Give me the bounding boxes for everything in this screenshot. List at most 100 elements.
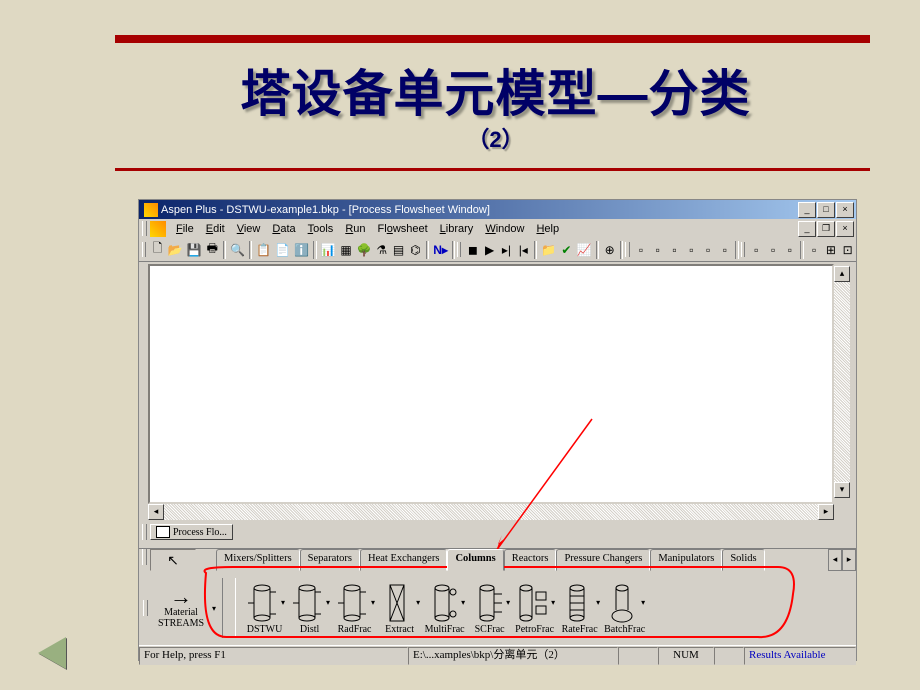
menu-run[interactable]: Run (339, 223, 371, 235)
preview-icon[interactable]: 🔍 (229, 240, 246, 260)
scroll-track[interactable] (834, 282, 850, 482)
window-titlebar[interactable]: Aspen Plus - DSTWU-example1.bkp - [Proce… (139, 200, 856, 219)
close-button[interactable]: × (836, 202, 854, 218)
palette-b-icon[interactable]: ▫ (766, 240, 781, 260)
grip-icon[interactable] (142, 524, 147, 540)
block-dstwu[interactable]: ▾ DSTWU (244, 582, 285, 635)
copy-icon[interactable]: 📋 (255, 240, 272, 260)
tab-solids[interactable]: Solids (722, 549, 764, 571)
folder-icon[interactable]: 📁 (540, 240, 557, 260)
dropdown-icon[interactable]: ▾ (461, 597, 465, 608)
tool-e-icon[interactable]: ▫ (701, 240, 716, 260)
tab-columns[interactable]: Columns (447, 549, 503, 571)
tree-icon[interactable]: 🌳 (355, 240, 372, 260)
step-icon[interactable]: ▸| (499, 240, 514, 260)
check-icon[interactable]: ✔ (559, 240, 574, 260)
maximize-button[interactable]: □ (817, 202, 835, 218)
draw-a-icon[interactable]: ▫ (807, 240, 822, 260)
mdi-close-button[interactable]: × (836, 221, 854, 237)
minimize-button[interactable]: _ (798, 202, 816, 218)
dropdown-icon[interactable]: ▾ (416, 597, 420, 608)
target-icon[interactable]: ⊕ (602, 240, 617, 260)
dropdown-icon[interactable]: ▾ (596, 597, 600, 608)
dropdown-icon[interactable]: ▾ (281, 597, 285, 608)
struct-icon[interactable]: ⌬ (408, 240, 423, 260)
grip-icon[interactable] (142, 549, 147, 565)
tool-d-icon[interactable]: ▫ (684, 240, 699, 260)
flowsheet-canvas[interactable] (148, 264, 834, 504)
block-distl[interactable]: ▾ Distl (289, 582, 330, 635)
paste-icon[interactable]: 📄 (274, 240, 291, 260)
grip-icon[interactable] (741, 242, 745, 257)
flask-icon[interactable]: ⚗ (374, 240, 389, 260)
dropdown-icon[interactable]: ▾ (641, 597, 645, 608)
tabs-scroll-left-icon[interactable]: ◂ (828, 549, 842, 571)
print-icon[interactable]: 🖶 (205, 240, 220, 260)
block-radfrac[interactable]: ▾ RadFrac (334, 582, 375, 635)
tool-f-icon[interactable]: ▫ (718, 240, 733, 260)
previous-slide-button[interactable] (28, 635, 76, 671)
draw-b-icon[interactable]: ⊞ (823, 240, 838, 260)
vertical-scrollbar[interactable]: ▴ ▾ (834, 266, 850, 498)
tab-pressure-changers[interactable]: Pressure Changers (556, 549, 650, 571)
grid-icon[interactable]: ▤ (391, 240, 406, 260)
block-extract[interactable]: ▾ Extract (379, 582, 420, 635)
next-icon[interactable]: N▸ (432, 240, 449, 260)
mdi-restore-button[interactable]: ❐ (817, 221, 835, 237)
scroll-right-icon[interactable]: ▸ (818, 504, 834, 520)
menu-help[interactable]: Help (530, 223, 565, 235)
streams-dropdown-icon[interactable]: ▾ (212, 604, 216, 613)
menu-library[interactable]: Library (434, 223, 480, 235)
help-icon[interactable]: ℹ️ (293, 240, 310, 260)
grip-icon[interactable] (143, 600, 148, 616)
scroll-up-icon[interactable]: ▴ (834, 266, 850, 282)
block-batchfrac[interactable]: ▾ BatchFrac (604, 582, 645, 635)
tab-manipulators[interactable]: Manipulators (650, 549, 722, 571)
draw-c-icon[interactable]: ⊡ (840, 240, 855, 260)
scroll-track[interactable] (164, 504, 818, 520)
tab-heat-exchangers[interactable]: Heat Exchangers (360, 549, 447, 571)
grip-icon[interactable] (625, 242, 629, 257)
dropdown-icon[interactable]: ▾ (551, 597, 555, 608)
tab-reactors[interactable]: Reactors (504, 549, 557, 571)
stop-icon[interactable]: ◼ (465, 240, 480, 260)
dropdown-icon[interactable]: ▾ (326, 597, 330, 608)
menu-flowsheet[interactable]: Flowsheet (372, 223, 434, 235)
chart-icon[interactable]: 📊 (320, 240, 337, 260)
process-flowsheet-tab[interactable]: Process Flo... (150, 524, 233, 540)
material-streams-tool[interactable]: → Material STREAMS (151, 587, 211, 629)
palette-a-icon[interactable]: ▫ (749, 240, 764, 260)
tab-separators[interactable]: Separators (300, 549, 360, 571)
tool-b-icon[interactable]: ▫ (650, 240, 665, 260)
separator-bar[interactable] (139, 542, 856, 549)
cursor-tool[interactable]: ↖ (150, 549, 196, 571)
rewind-icon[interactable]: |◂ (516, 240, 531, 260)
tool-c-icon[interactable]: ▫ (667, 240, 682, 260)
menu-file[interactable]: File (170, 223, 200, 235)
dropdown-icon[interactable]: ▾ (371, 597, 375, 608)
tabs-scroll-right-icon[interactable]: ▸ (842, 549, 856, 571)
results-icon[interactable]: 📈 (576, 240, 593, 260)
block-petrofrac[interactable]: ▾ PetroFrac (514, 582, 555, 635)
dropdown-icon[interactable]: ▾ (506, 597, 510, 608)
open-icon[interactable]: 📂 (167, 240, 184, 260)
menu-data[interactable]: Data (266, 223, 301, 235)
menu-tools[interactable]: Tools (302, 223, 340, 235)
new-icon[interactable]: 🗋 (150, 240, 165, 260)
block-ratefrac[interactable]: ▾ RateFrac (559, 582, 600, 635)
tool-a-icon[interactable]: ▫ (634, 240, 649, 260)
menu-view[interactable]: View (231, 223, 267, 235)
palette-c-icon[interactable]: ▫ (782, 240, 797, 260)
app-menu-icon[interactable] (150, 221, 166, 237)
menu-edit[interactable]: Edit (200, 223, 231, 235)
scroll-left-icon[interactable]: ◂ (148, 504, 164, 520)
horizontal-scrollbar[interactable]: ◂ ▸ (148, 504, 834, 520)
table-icon[interactable]: ▦ (339, 240, 354, 260)
menu-window[interactable]: Window (479, 223, 530, 235)
grip-icon[interactable] (142, 221, 147, 236)
grip-icon[interactable] (457, 242, 461, 257)
mdi-minimize-button[interactable]: _ (798, 221, 816, 237)
tab-mixers-splitters[interactable]: Mixers/Splitters (216, 549, 300, 571)
block-multifrac[interactable]: ▾ MultiFrac (424, 582, 465, 635)
play-icon[interactable]: ▶ (482, 240, 497, 260)
